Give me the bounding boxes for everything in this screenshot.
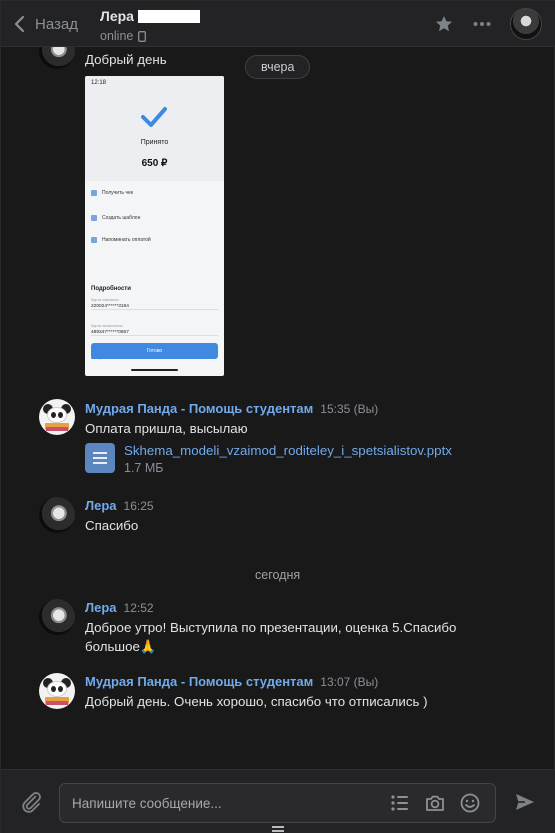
star-icon[interactable]: [434, 14, 454, 34]
resize-handle[interactable]: [272, 826, 284, 832]
avatar[interactable]: [39, 497, 75, 533]
message-header: Лера 16:25: [85, 498, 154, 516]
screenshot-action: Создать шаблон: [91, 213, 140, 223]
field-label: Карта зачисления: [91, 324, 123, 328]
message-text: Спасибо: [85, 518, 139, 533]
screenshot-header: 12:18 Принято 650 ₽: [85, 76, 224, 181]
payment-screenshot[interactable]: 12:18 Принято 650 ₽ Получить чек Создать…: [85, 76, 224, 376]
message-author[interactable]: Мудрая Панда - Помощь студентам: [85, 401, 313, 416]
avatar[interactable]: [39, 47, 75, 69]
file-name[interactable]: Skhema_modeli_vzaimod_roditeley_i_spetsi…: [124, 443, 452, 459]
screenshot-action-label: Создать шаблон: [102, 215, 141, 221]
message-time: 15:35 (Вы): [320, 402, 379, 416]
composer: [1, 769, 555, 833]
message: Мудрая Панда - Помощь студентам 13:07 (В…: [85, 674, 428, 711]
screenshot-action-label: Напоминать оплатой: [102, 237, 151, 243]
date-separator: сегодня: [255, 568, 301, 582]
receipt-icon: [91, 190, 97, 196]
message: Мудрая Панда - Помощь студентам 15:35 (В…: [85, 401, 378, 438]
back-label: Назад: [35, 15, 78, 33]
message-input-box[interactable]: [59, 783, 496, 823]
back-button[interactable]: Назад: [13, 13, 78, 35]
field-value: 220024******3194: [91, 304, 129, 309]
avatar[interactable]: [39, 599, 75, 635]
chevron-left-icon: [14, 15, 25, 33]
file-size: 1.7 МБ: [124, 461, 164, 475]
screenshot-field: Карта списания 220024******3194: [91, 298, 218, 310]
templates-list-icon[interactable]: [389, 792, 411, 814]
redacted-surname: [137, 9, 200, 23]
screenshot-time: 12:18: [91, 80, 107, 86]
template-icon: [91, 215, 97, 221]
message: Лера 16:25 Спасибо: [85, 498, 154, 535]
file-attachment[interactable]: Skhema_modeli_vzaimod_roditeley_i_spetsi…: [85, 443, 452, 475]
send-icon[interactable]: [514, 791, 536, 813]
emoji-smile-icon[interactable]: [459, 792, 481, 814]
message-header: Мудрая Панда - Помощь студентам 13:07 (В…: [85, 674, 428, 692]
screenshot-done-button: Готово: [91, 343, 218, 359]
screenshot-section: Подробности: [91, 286, 131, 292]
field-label: Карта списания: [91, 298, 119, 302]
message-time: 12:52: [123, 601, 154, 615]
screenshot-action-label: Получить чек: [102, 190, 133, 196]
peer-status: online: [100, 29, 200, 43]
message-text: Оплата пришла, высылаю: [85, 421, 248, 436]
peer-status-text: online: [100, 29, 134, 43]
message-history: Добрый день вчера 12:18 Принято 650 ₽ По…: [1, 47, 555, 769]
screenshot-amount: 650 ₽: [141, 158, 168, 169]
message-input[interactable]: [72, 784, 372, 822]
message-time: 13:07 (Вы): [320, 675, 379, 689]
field-value: 489347******0667: [91, 330, 129, 335]
mobile-phone-icon: [138, 30, 147, 42]
peer-avatar[interactable]: [510, 8, 542, 40]
message-author[interactable]: Лера: [85, 498, 117, 513]
paperclip-icon[interactable]: [19, 790, 43, 814]
screenshot-field: Карта зачисления 489347******0667: [91, 324, 218, 336]
message: Добрый день: [85, 50, 167, 69]
message-text: Добрый день: [85, 52, 167, 67]
message: Лера 12:52 Доброе утро! Выступила по пре…: [85, 600, 456, 656]
screenshot-title: Принято: [140, 139, 169, 146]
message-header: Лера 12:52: [85, 600, 456, 618]
message-text: Доброе утро! Выступила по презентации, о…: [85, 620, 457, 635]
reminder-icon: [91, 237, 97, 243]
more-icon[interactable]: [472, 14, 492, 34]
date-chip: вчера: [245, 55, 311, 79]
camera-icon[interactable]: [424, 792, 446, 814]
checkmark-icon: [141, 107, 167, 127]
document-icon: [85, 443, 115, 473]
peer-info[interactable]: Лера online: [100, 8, 200, 43]
screenshot-action: Получить чек: [91, 188, 133, 198]
input-actions: [389, 792, 481, 814]
message-header: Мудрая Панда - Помощь студентам 15:35 (В…: [85, 401, 378, 419]
home-indicator: [131, 369, 178, 371]
header-actions: [434, 7, 542, 41]
message-author[interactable]: Мудрая Панда - Помощь студентам: [85, 674, 313, 689]
message-text: Добрый день. Очень хорошо, спасибо что о…: [85, 694, 428, 709]
avatar[interactable]: [39, 673, 75, 709]
message-author[interactable]: Лера: [85, 600, 117, 615]
screenshot-action: Напоминать оплатой: [91, 235, 151, 245]
avatar[interactable]: [39, 399, 75, 435]
message-text-continued: большое🙏: [85, 639, 157, 654]
message-time: 16:25: [123, 499, 154, 513]
peer-name: Лера: [100, 8, 134, 24]
chat-header: Назад Лера online: [1, 1, 555, 47]
chat-window: Назад Лера online Добрый день вчера 12:1…: [0, 0, 555, 833]
